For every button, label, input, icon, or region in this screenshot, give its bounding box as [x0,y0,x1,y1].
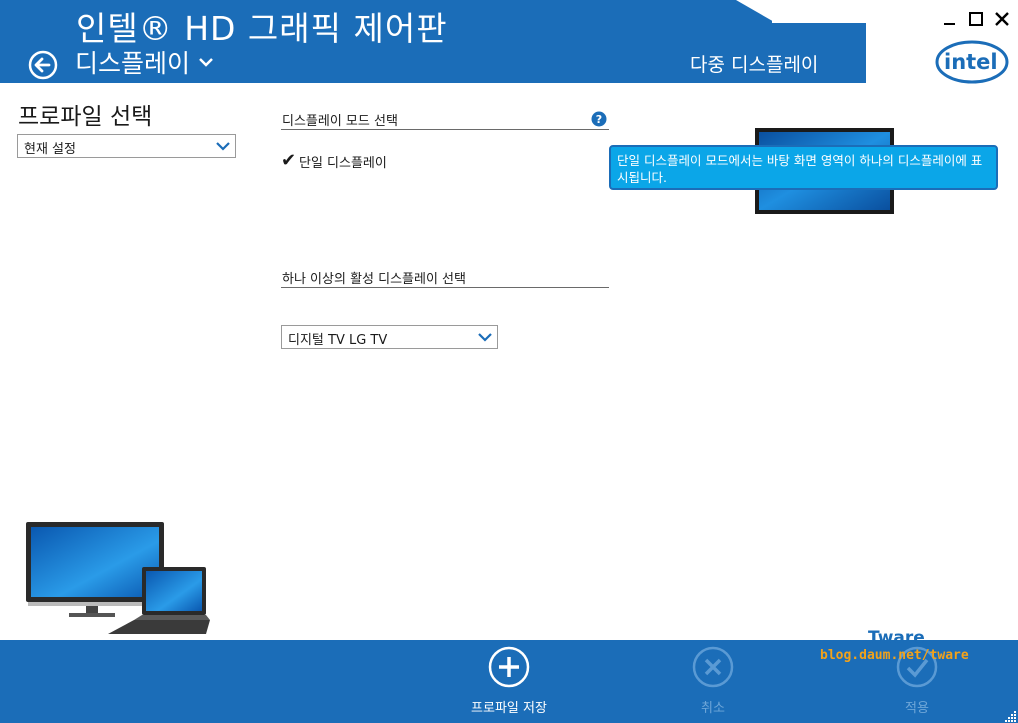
title-bar: 인텔® HD 그래픽 제어판 디스플레이 다중 디스플레이 [0,0,866,83]
active-display-divider [281,287,609,288]
checkmark-icon: ✔ [281,150,297,171]
plus-circle-icon [488,646,530,688]
devices-illustration [26,522,210,634]
svg-text:?: ? [596,113,602,126]
active-display-select[interactable]: 디지털 TV LG TV [281,325,498,349]
active-display-value: 디지털 TV LG TV [288,333,388,348]
active-display-label: 하나 이상의 활성 디스플레이 선택 [282,272,466,287]
header-notch-fill [772,0,866,23]
cancel-label: 취소 [701,701,725,716]
intel-logo-text: intel [944,50,998,74]
resize-grip-icon[interactable] [1005,710,1017,722]
display-mode-label: 디스플레이 모드 선택 [282,114,398,129]
maximize-icon[interactable] [967,10,985,28]
watermark-name: Tware [868,628,925,648]
cancel-button[interactable]: 취소 [653,640,773,723]
chevron-down-icon[interactable] [198,55,214,69]
chevron-down-icon [216,142,230,151]
multi-display-link[interactable]: 다중 디스플레이 [690,50,818,77]
question-icon[interactable]: ? [591,111,607,127]
app-title: 인텔® HD 그래픽 제어판 [76,9,448,48]
header-notch [736,0,776,23]
profile-select-value: 현재 설정 [24,142,76,157]
close-icon[interactable] [993,10,1011,28]
minimize-icon[interactable] [941,10,959,28]
profile-select[interactable]: 현재 설정 [17,134,236,158]
single-display-label: 단일 디스플레이 [299,156,387,171]
intel-logo: intel [935,40,1009,84]
watermark-url: blog.daum.net/tware [820,648,969,663]
display-mode-tooltip: 단일 디스플레이 모드에서는 바탕 화면 영역이 하나의 디스플레이에 표시됩니… [609,145,998,190]
apply-label: 적용 [905,701,929,716]
profile-title: 프로파일 선택 [18,104,153,130]
display-mode-divider [281,129,609,130]
chevron-down-icon [478,333,492,342]
save-profile-button[interactable]: 프로파일 저장 [449,640,569,723]
save-profile-label: 프로파일 저장 [471,701,547,716]
back-arrow-icon[interactable] [28,50,58,80]
x-circle-icon [692,646,734,688]
section-menu[interactable]: 디스플레이 [75,44,190,80]
